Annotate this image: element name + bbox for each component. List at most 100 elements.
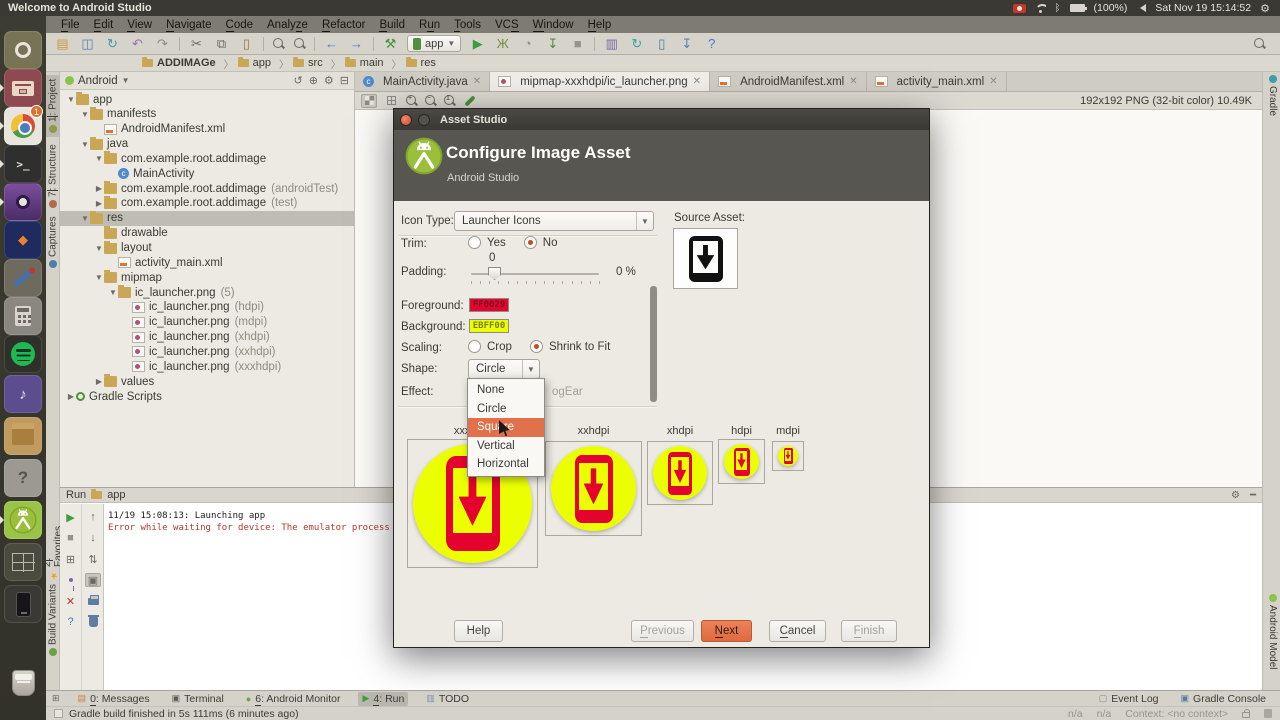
tree-item-ic-launcher-png[interactable]: ic_launcher.png(xxhdpi) (60, 344, 355, 359)
launcher-media-player-icon[interactable] (4, 183, 42, 221)
soft-wrap-icon[interactable]: ⇅ (85, 552, 101, 566)
run-icon[interactable]: ▶ (469, 35, 486, 52)
tool-strip-captures[interactable]: Captures (46, 214, 60, 270)
form-scrollbar[interactable] (650, 286, 657, 402)
settings-icon[interactable]: ⚙ (324, 74, 334, 87)
zoom-out-icon[interactable]: − (424, 94, 437, 107)
search-everywhere-icon[interactable] (1253, 37, 1266, 50)
launcher-terminal-icon[interactable]: >_ (4, 145, 42, 183)
editor-tab-mipmap-xxxhdpi-ic-launcher-png[interactable]: mipmap-xxxhdpi/ic_launcher.png✕ (490, 72, 710, 91)
launcher-spotify-icon[interactable] (4, 335, 42, 373)
collapse-all-icon[interactable]: ⊟ (340, 74, 349, 87)
background-color-swatch[interactable]: EBFF00 (469, 319, 509, 333)
profiler-icon[interactable]: ◔ (519, 35, 536, 52)
debug-icon[interactable]: Ж (494, 35, 511, 52)
volume-icon[interactable] (1136, 4, 1146, 12)
tool-strip-2-favorites[interactable]: ★2: Favorites (46, 522, 60, 580)
up-stack-trace-icon[interactable]: ↑ (85, 510, 101, 524)
tree-collapsed-icon[interactable]: ▶ (94, 377, 104, 386)
tree-expanded-icon[interactable]: ▼ (66, 95, 76, 104)
trim-radio-yes[interactable] (468, 236, 481, 249)
highlighting-level-icon[interactable] (1264, 709, 1272, 718)
tree-expanded-icon[interactable]: ▼ (94, 154, 104, 163)
tree-item-com-example-root-addimage[interactable]: ▼com.example.root.addimage (60, 151, 355, 166)
sync-icon[interactable]: ↻ (104, 35, 121, 52)
breadcrumb-item[interactable]: ADDIMAGe〉 (142, 56, 234, 71)
foreground-color-swatch[interactable]: FF0029 (469, 298, 509, 312)
tool-strip-build-variants[interactable]: Build Variants (46, 584, 60, 656)
menu-code[interactable]: Code (219, 19, 261, 31)
cut-icon[interactable]: ✂ (188, 35, 205, 52)
breadcrumb-item[interactable]: src〉 (293, 56, 341, 71)
menu-analyze[interactable]: Analyze (260, 19, 315, 31)
close-icon[interactable]: ✕ (63, 594, 79, 608)
gear-icon[interactable]: ⚙ (1231, 490, 1240, 501)
tree-expanded-icon[interactable]: ▼ (94, 273, 104, 282)
tree-item-mipmap[interactable]: ▼mipmap (60, 270, 355, 285)
launcher-files-icon[interactable] (4, 69, 42, 107)
close-icon[interactable] (400, 114, 412, 126)
launcher-android-studio-icon[interactable] (4, 501, 42, 539)
down-stack-trace-icon[interactable]: ↓ (85, 531, 101, 545)
effect-select[interactable]: ogEar (539, 383, 652, 401)
scroll-to-end-icon[interactable]: ▣ (85, 573, 101, 587)
tree-expanded-icon[interactable]: ▼ (108, 288, 118, 297)
avd-manager-icon[interactable]: ▯ (653, 35, 670, 52)
menu-view[interactable]: View (120, 19, 159, 31)
editor-tab-androidmanifest-xml[interactable]: AndroidManifest.xml✕ (710, 72, 867, 91)
battery-icon[interactable] (1070, 4, 1085, 12)
tree-item-values[interactable]: ▶values (60, 374, 355, 389)
tool-window-button-todo[interactable]: ▥TODO (422, 692, 473, 706)
tool-window-button-event-log[interactable]: ▢Event Log (1095, 692, 1163, 706)
open-icon[interactable]: ▤ (54, 35, 71, 52)
previous-button[interactable]: Previous (631, 620, 694, 642)
redo-icon[interactable]: ↷ (154, 35, 171, 52)
menu-run[interactable]: Run (412, 19, 447, 31)
launcher-audacity-icon[interactable]: ◆ (4, 221, 42, 259)
tree-item-gradle-scripts[interactable]: ▶Gradle Scripts (60, 389, 355, 404)
tree-item-app[interactable]: ▼app (60, 92, 355, 107)
tool-window-button-0-messages[interactable]: ▤0: Messages (74, 692, 154, 706)
breadcrumb-item[interactable]: res (406, 57, 436, 69)
icon-type-select[interactable]: Launcher Icons ▼ (454, 211, 654, 231)
launcher-dash-home-icon[interactable] (4, 31, 42, 69)
tree-item-manifests[interactable]: ▼manifests (60, 107, 355, 122)
tool-strip-7-structure[interactable]: 7: Structure (46, 142, 60, 210)
menu-edit[interactable]: Edit (87, 19, 121, 31)
editor-tab-mainactivity-java[interactable]: cMainActivity.java✕ (355, 72, 490, 91)
minimize-icon[interactable] (418, 114, 430, 126)
launcher-chrome-icon[interactable]: 1 (4, 107, 42, 145)
launcher-gimp-icon[interactable] (4, 259, 42, 297)
pin-icon[interactable] (63, 573, 79, 587)
menu-navigate[interactable]: Navigate (159, 19, 218, 31)
back-icon[interactable]: ← (323, 35, 340, 52)
tree-collapsed-icon[interactable]: ▶ (94, 199, 104, 208)
shape-option-none[interactable]: None (468, 381, 544, 400)
close-icon[interactable]: ✕ (989, 76, 997, 87)
trim-radio-no[interactable] (524, 236, 537, 249)
tool-strip-1-project[interactable]: 1: Project (46, 75, 60, 137)
tree-item-activity-main-xml[interactable]: activity_main.xml (60, 255, 355, 270)
tool-strip-android-model[interactable]: Android Model (1265, 594, 1280, 680)
menu-refactor[interactable]: Refactor (315, 19, 372, 31)
tree-item-ic-launcher-png[interactable]: ic_launcher.png(xxxhdpi) (60, 359, 355, 374)
lock-icon[interactable] (1242, 712, 1250, 718)
launcher-emulator-phone-icon[interactable] (4, 585, 42, 623)
menu-window[interactable]: Window (526, 19, 581, 31)
breadcrumb-item[interactable]: app〉 (238, 56, 289, 71)
tool-windows-icon[interactable]: ⊞ (52, 693, 60, 704)
bluetooth-icon[interactable]: ᛒ (1055, 3, 1061, 14)
menu-vcs[interactable]: VCS (488, 19, 526, 31)
transparency-chessboard-icon[interactable] (361, 94, 377, 108)
tool-strip-gradle[interactable]: Gradle (1265, 75, 1280, 127)
hide-panel-icon[interactable]: ━ (1250, 490, 1256, 501)
scaling-radio-crop[interactable] (468, 340, 481, 353)
menu-build[interactable]: Build (372, 19, 412, 31)
undo-icon[interactable]: ↶ (129, 35, 146, 52)
restore-layout-icon[interactable]: ⊞ (63, 552, 79, 566)
menu-file[interactable]: File (54, 19, 87, 31)
shape-option-circle[interactable]: Circle (468, 400, 544, 419)
close-icon[interactable]: ✕ (473, 76, 481, 87)
tree-item-com-example-root-addimage[interactable]: ▶com.example.root.addimage(androidTest) (60, 181, 355, 196)
tree-item-ic-launcher-png[interactable]: ic_launcher.png(hdpi) (60, 300, 355, 315)
